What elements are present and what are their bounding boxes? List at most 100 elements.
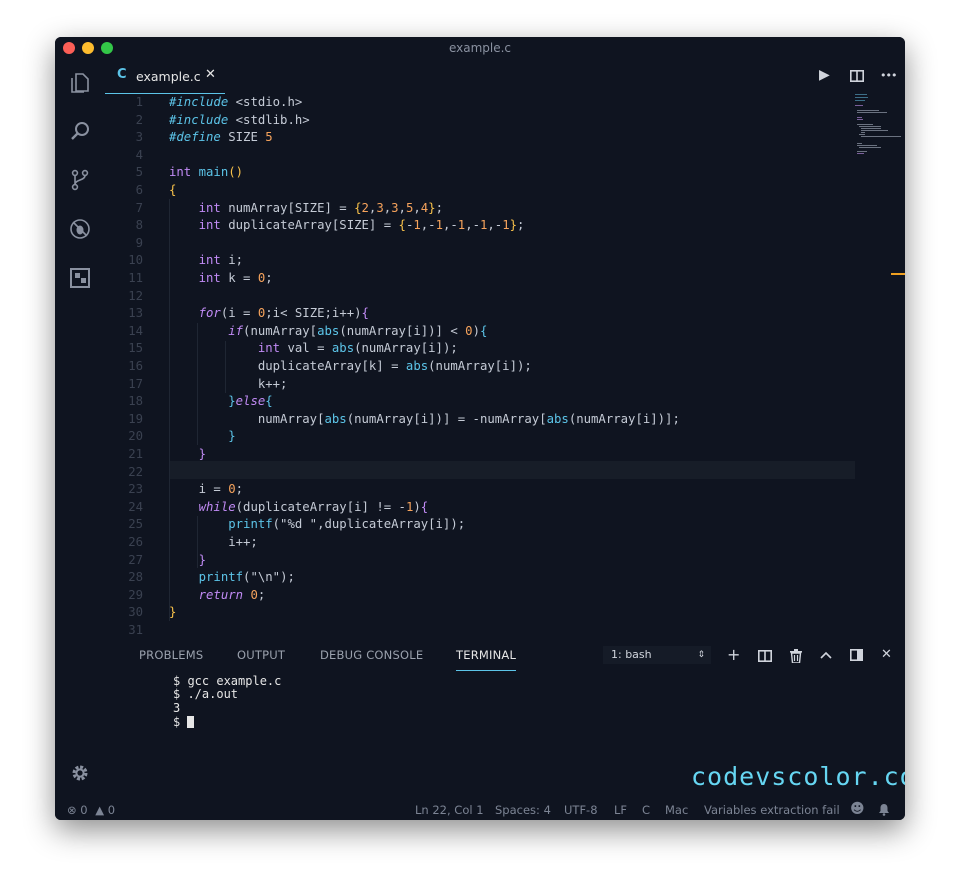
split-editor-icon[interactable] <box>850 70 864 82</box>
trash-icon[interactable] <box>790 649 802 663</box>
search-icon[interactable] <box>68 119 92 143</box>
line-number: 21 <box>128 447 143 461</box>
line-number: 16 <box>128 359 143 373</box>
code-text: printf("\n"); <box>198 570 295 585</box>
title-bar: example.c <box>55 37 905 59</box>
tab-example-c[interactable]: C example.c ✕ <box>105 59 225 94</box>
code-text: #include <stdio.h> <box>169 95 303 109</box>
line-number: 25 <box>128 517 143 532</box>
code-text: } <box>198 552 207 567</box>
close-icon[interactable]: ✕ <box>205 67 216 82</box>
line-number: 20 <box>128 429 143 444</box>
eol-status[interactable]: LF <box>614 803 627 817</box>
bell-icon[interactable] <box>878 803 890 816</box>
code-text: return 0; <box>198 587 266 602</box>
line-number: 24 <box>128 499 143 514</box>
current-line-highlight <box>169 461 855 479</box>
window-title: example.c <box>448 41 512 55</box>
code-text: } <box>198 447 207 461</box>
line-number: 17 <box>128 376 143 391</box>
line-number: 10 <box>128 253 143 268</box>
select-arrows-icon: ⇕ <box>697 650 705 660</box>
watermark: codevscolor.com <box>691 762 905 791</box>
tab-terminal[interactable]: TERMINAL <box>456 648 517 671</box>
tab-output[interactable]: OUTPUT <box>237 648 285 662</box>
line-number: 13 <box>128 306 143 321</box>
tab-label: example.c <box>136 69 201 84</box>
line-number: 1 <box>135 95 143 109</box>
code-text: int numArray[SIZE] = {2,3,3,5,4}; <box>198 200 443 215</box>
maximize-panel-icon[interactable] <box>820 651 832 659</box>
code-editor[interactable]: 1 #include <stdio.h> 2 #include <stdlib.h> 3… <box>105 93 905 638</box>
terminal-line: 3 <box>173 701 181 715</box>
toggle-panel-icon[interactable] <box>850 649 863 661</box>
language-status[interactable]: C <box>642 803 650 817</box>
line-number: 23 <box>128 482 143 497</box>
terminal-line: $ ./a.out <box>173 687 239 701</box>
gear-icon[interactable] <box>68 761 92 785</box>
os-status[interactable]: Mac <box>665 803 688 817</box>
editor-tabs: C example.c ✕ ▶ ••• <box>105 59 905 94</box>
tab-problems[interactable]: PROBLEMS <box>139 648 203 662</box>
shell-select-value: 1: bash <box>611 648 652 661</box>
prompt-text: $ <box>173 715 188 729</box>
line-number: 22 <box>128 464 143 479</box>
status-message: Variables extraction fail <box>704 803 840 817</box>
warning-count: 0 <box>107 803 116 817</box>
terminal-cursor <box>187 716 195 728</box>
code-text: printf("%d ",duplicateArray[i]); <box>228 517 466 532</box>
line-number: 3 <box>135 130 143 145</box>
more-actions-icon[interactable]: ••• <box>880 69 897 82</box>
line-number: 15 <box>128 341 143 356</box>
indentation-status[interactable]: Spaces: 4 <box>495 803 551 817</box>
terminal-prompt[interactable]: $ <box>173 715 195 729</box>
run-icon[interactable]: ▶ <box>819 67 830 83</box>
error-icon: ⊗ <box>67 803 77 817</box>
status-bar: ⊗ 0 ▲ 0 Ln 22, Col 1 Spaces: 4 UTF-8 LF … <box>55 799 905 820</box>
encoding-status[interactable]: UTF-8 <box>564 803 598 817</box>
line-number: 7 <box>135 200 143 215</box>
explorer-icon[interactable] <box>68 71 92 95</box>
close-panel-icon[interactable]: ✕ <box>881 647 892 662</box>
split-terminal-icon[interactable] <box>758 650 772 662</box>
line-number: 18 <box>128 394 143 409</box>
line-number: 8 <box>135 218 143 233</box>
line-number: 11 <box>128 271 143 285</box>
line-number: 6 <box>135 183 143 197</box>
line-number: 12 <box>128 288 143 303</box>
code-text: duplicateArray[k] = abs(numArray[i]); <box>169 359 532 373</box>
code-text: #define SIZE 5 <box>169 130 273 145</box>
overview-ruler-marker <box>891 273 905 275</box>
cursor-position[interactable]: Ln 22, Col 1 <box>415 803 484 817</box>
code-text: if(numArray[abs(numArray[i])] < 0){ <box>228 323 488 338</box>
code-text: i++; <box>169 535 258 549</box>
code-text: }else{ <box>228 394 273 409</box>
line-number: 2 <box>135 112 143 127</box>
line-number: 28 <box>128 570 143 585</box>
source-control-icon[interactable] <box>68 168 92 192</box>
code-text: } <box>228 429 236 444</box>
code-text: for(i = 0;i< SIZE;i++){ <box>198 306 369 321</box>
line-number: 14 <box>128 323 143 338</box>
line-number: 27 <box>128 552 143 567</box>
editor-window: example.c C example.c ✕ ▶ ••• 1 #include… <box>55 37 905 820</box>
line-number: 4 <box>135 147 143 162</box>
debug-icon[interactable] <box>68 217 92 241</box>
line-number: 31 <box>128 623 143 637</box>
line-number: 30 <box>128 605 143 620</box>
line-number: 19 <box>128 411 143 426</box>
new-terminal-icon[interactable]: + <box>727 645 740 664</box>
error-count: 0 <box>80 803 88 817</box>
line-number: 5 <box>135 165 143 180</box>
tab-debug-console[interactable]: DEBUG CONSOLE <box>320 648 423 662</box>
minimap[interactable] <box>855 93 905 173</box>
extensions-icon[interactable] <box>68 266 92 290</box>
line-number: 9 <box>135 235 143 250</box>
code-text: int k = 0; <box>198 271 273 285</box>
code-text: int main() <box>169 165 244 180</box>
errors-status[interactable]: ⊗ 0 ▲ 0 <box>67 803 115 817</box>
code-text: } <box>169 605 177 620</box>
line-number: 29 <box>128 587 143 602</box>
terminal-shell-select[interactable]: 1: bash ⇕ <box>603 646 711 664</box>
feedback-smiley-icon[interactable]: ☻ <box>850 801 865 817</box>
